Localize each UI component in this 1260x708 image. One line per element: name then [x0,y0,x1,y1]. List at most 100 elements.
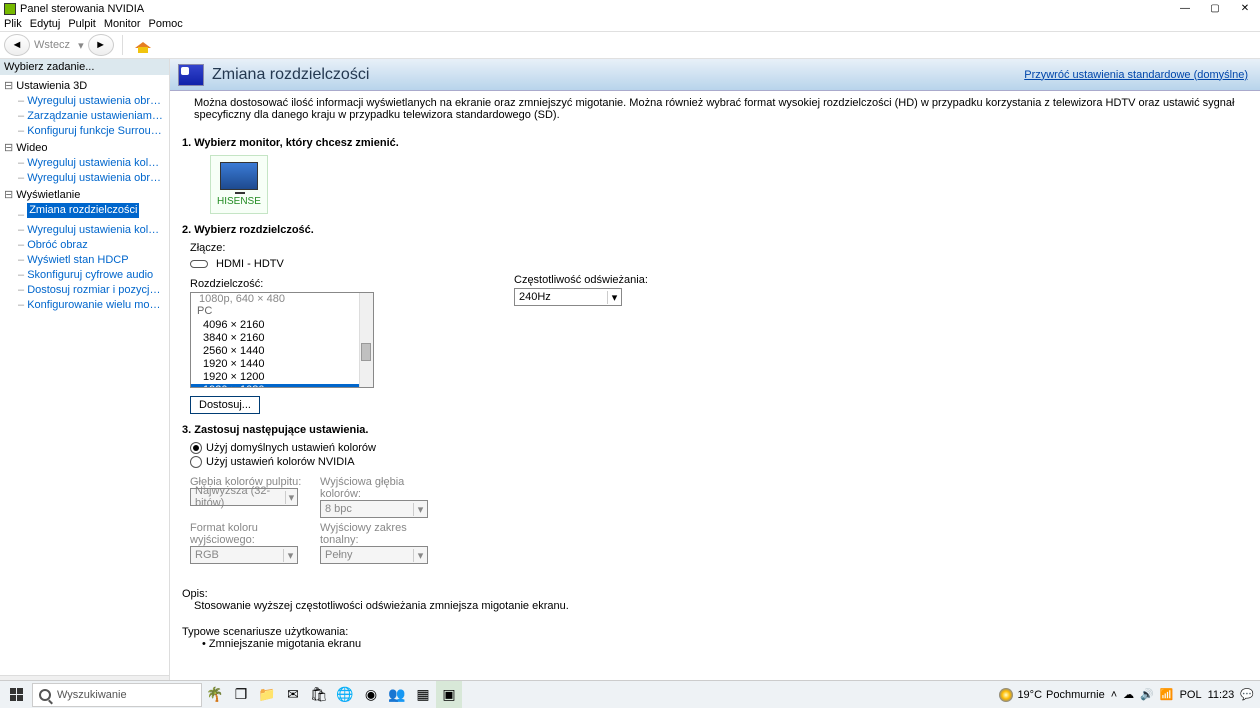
menu-pulpit[interactable]: Pulpit [68,18,96,30]
section-3-label: 3. Zastosuj następujące ustawienia. [182,424,1240,436]
tree-item[interactable]: Konfiguruj funkcje Surround, PhysX [18,124,165,139]
weather-temp: 19°C [1017,689,1042,701]
close-button[interactable]: ✕ [1230,0,1260,17]
taskbar-app-1[interactable]: 🌴 [202,681,228,708]
tree-item-resolution[interactable]: Zmiana rozdzielczości [27,203,139,218]
desktop-depth-dropdown: Najwyższa (32-bitów)▾ [190,488,298,506]
tray-wifi-icon[interactable]: 📶 [1160,688,1174,701]
taskbar: Wyszukiwanie 🌴 ❐ 📁 ✉ 🛍 🌐 ◉ 👥 ▦ ▣ 19°C Po… [0,680,1260,708]
tree-item[interactable]: Wyświetl stan HDCP [18,253,165,268]
customize-button[interactable]: Dostosuj... [190,396,260,414]
tray-cloud-icon[interactable]: ☁ [1123,688,1134,701]
connector-value: HDMI - HDTV [216,258,284,270]
store-icon[interactable]: 🛍 [306,681,332,708]
tree-item[interactable]: Wyreguluj ustawienia obrazu wideo [18,171,165,186]
search-icon [39,689,51,701]
resolution-label: Rozdzielczość: [190,278,263,290]
tree-item[interactable]: Wyreguluj ustawienia kolorów obrazu wide… [18,156,165,171]
menu-pomoc[interactable]: Pomoc [149,18,183,30]
nvidia-taskbar-icon[interactable]: ▣ [436,681,462,708]
tray-time[interactable]: 11:23 [1208,689,1235,701]
weather-widget[interactable]: 19°C Pochmurnie [999,688,1104,702]
content-pane: Zmiana rozdzielczości Przywróć ustawieni… [170,59,1260,708]
task-view-icon[interactable]: ❐ [228,681,254,708]
menu-plik[interactable]: Plik [4,18,22,30]
usage-header: Typowe scenariusze użytkowania: [182,626,1248,638]
tonal-range-dropdown: Pełny▾ [320,546,428,564]
home-icon [135,38,151,52]
refresh-dropdown[interactable]: 240Hz ▾ [514,288,622,306]
list-item-cut[interactable]: 1080p, 640 × 480 [191,293,359,305]
list-item[interactable]: 2560 × 1440 [191,345,359,358]
radio-nvidia-label: Użyj ustawień kolorów NVIDIA [206,456,355,468]
window-title: Panel sterowania NVIDIA [20,3,1170,15]
tree-item[interactable]: Wyreguluj ustawienia kolorów pulpitu [18,223,165,238]
usage-bullet: • Zmniejszanie migotania ekranu [182,638,1248,650]
list-item[interactable]: 4096 × 2160 [191,319,359,332]
tree-cat-3d[interactable]: Ustawienia 3D [4,79,165,94]
search-placeholder: Wyszukiwanie [57,689,127,701]
color-format-label: Format koloru wyjściowego: [190,522,310,546]
tonal-range-label: Wyjściowy zakres tonalny: [320,522,440,546]
toolbar: ◄ Wstecz ▾ ► [0,31,1260,59]
menu-monitor[interactable]: Monitor [104,18,141,30]
tree-item[interactable]: Wyreguluj ustawienia obrazu, korzystając [18,94,165,109]
tree-item[interactable]: Obróć obraz [18,238,165,253]
description-text: Stosowanie wyższej częstotliwości odświe… [182,600,1248,612]
output-depth-dropdown: 8 bpc▾ [320,500,428,518]
menu-bar: Plik Edytuj Pulpit Monitor Pomoc [0,17,1260,31]
back-button[interactable]: ◄ [4,34,30,56]
menu-edytuj[interactable]: Edytuj [30,18,61,30]
list-item-selected[interactable]: 1920 × 1080 [191,384,359,388]
refresh-label: Częstotliwość odświeżania: [514,274,648,286]
weather-desc: Pochmurnie [1046,689,1105,701]
start-button[interactable] [0,681,32,708]
taskbar-app-9[interactable]: ▦ [410,681,436,708]
nvidia-icon [4,3,16,15]
resolution-icon [178,64,204,86]
chevron-down-icon: ▾ [607,291,621,304]
sidebar: Wybierz zadanie... Ustawienia 3D Wyregul… [0,59,170,708]
tray-lang[interactable]: POL [1180,689,1202,701]
sidebar-title: Wybierz zadanie... [0,59,169,75]
teams-icon[interactable]: 👥 [384,681,410,708]
explorer-icon[interactable]: 📁 [254,681,280,708]
radio-default-colors[interactable] [190,442,202,454]
list-item[interactable]: 3840 × 2160 [191,332,359,345]
tray-chevron-icon[interactable]: ˄ [1111,689,1117,701]
tree-cat-display[interactable]: Wyświetlanie [4,188,165,203]
color-format-dropdown: RGB▾ [190,546,298,564]
weather-icon [999,688,1013,702]
minimize-button[interactable]: — [1170,0,1200,17]
tree-item[interactable]: Zarządzanie ustawieniami 3D [18,109,165,124]
home-button[interactable] [131,34,155,56]
tray-notifications-icon[interactable]: 💬 [1240,688,1254,701]
search-input[interactable]: Wyszukiwanie [32,683,202,707]
mail-icon[interactable]: ✉ [280,681,306,708]
tray-volume-icon[interactable]: 🔊 [1140,688,1154,701]
edge-icon[interactable]: 🌐 [332,681,358,708]
tree-item[interactable]: Skonfiguruj cyfrowe audio [18,268,165,283]
listbox-scrollbar[interactable] [359,293,373,387]
list-item[interactable]: 1920 × 1440 [191,358,359,371]
tree-item[interactable]: Dostosuj rozmiar i pozycję pulpitu [18,283,165,298]
tree-cat-video[interactable]: Wideo [4,141,165,156]
page-description: Można dostosować ilość informacji wyświe… [170,91,1260,127]
task-tree[interactable]: Ustawienia 3D Wyreguluj ustawienia obraz… [0,75,169,675]
maximize-button[interactable]: ▢ [1200,0,1230,17]
resolution-listbox[interactable]: 1080p, 640 × 480 PC 4096 × 2160 3840 × 2… [190,292,374,388]
section-1-label: 1. Wybierz monitor, który chcesz zmienić… [182,137,1240,149]
restore-defaults-link[interactable]: Przywróć ustawienia standardowe (domyśln… [1024,69,1248,81]
monitor-hisense[interactable]: HISENSE [210,155,268,214]
list-item[interactable]: 1920 × 1200 [191,371,359,384]
chrome-icon[interactable]: ◉ [358,681,384,708]
refresh-value: 240Hz [519,291,551,303]
forward-button[interactable]: ► [88,34,114,56]
radio-nvidia-colors[interactable] [190,456,202,468]
monitor-label: HISENSE [217,196,261,207]
hdmi-icon [190,260,208,268]
tree-item[interactable]: Konfigurowanie wielu monitorów [18,298,165,313]
list-category-pc: PC [191,305,359,319]
system-tray: 19°C Pochmurnie ˄ ☁ 🔊 📶 POL 11:23 💬 [999,688,1260,702]
connector-label: Złącze: [190,242,225,254]
